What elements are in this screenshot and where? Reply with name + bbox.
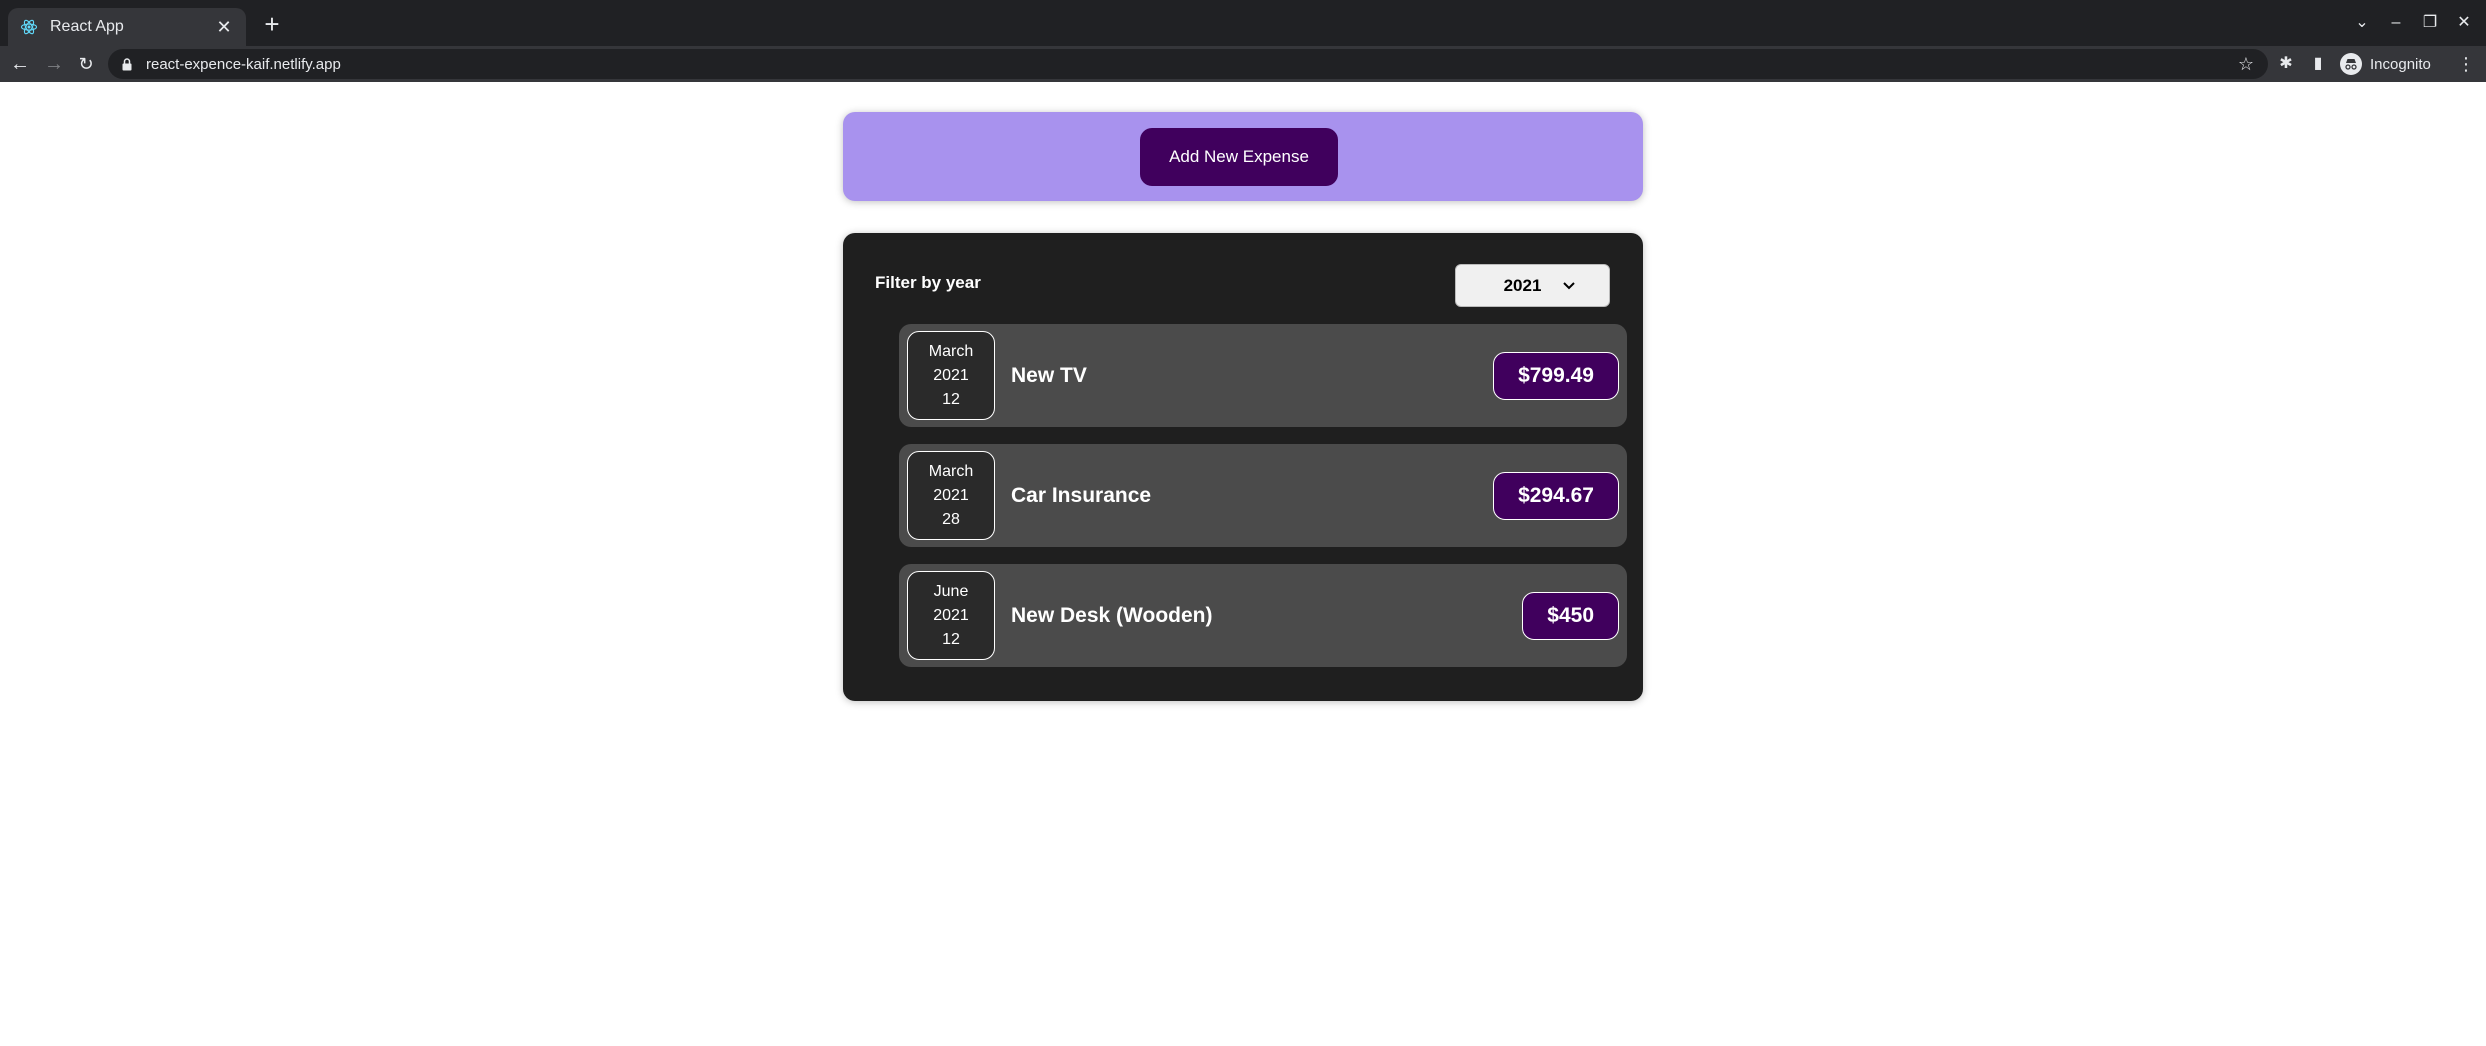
expense-item: March 2021 28 Car Insurance $294.67 <box>899 444 1627 547</box>
expense-item: June 2021 12 New Desk (Wooden) $450 <box>899 564 1627 667</box>
expense-date: June 2021 12 <box>907 571 995 660</box>
chevron-down-icon <box>1563 279 1576 293</box>
expense-date: March 2021 12 <box>907 331 995 420</box>
reload-icon[interactable]: ↻ <box>72 50 100 78</box>
tab-search-chevron-icon[interactable]: ⌄ <box>2350 11 2374 35</box>
lock-icon <box>120 57 134 71</box>
new-tab-icon[interactable]: + <box>258 10 286 38</box>
expense-month: March <box>928 342 974 360</box>
year-filter-select[interactable]: 2021 <box>1455 264 1610 307</box>
restore-icon[interactable]: ❐ <box>2418 11 2442 35</box>
expense-month: June <box>933 582 969 600</box>
new-expense-panel: Add New Expense <box>843 112 1643 201</box>
page-content: Add New Expense Filter by year 2021 Marc… <box>0 82 2486 1046</box>
expense-day: 12 <box>942 630 960 648</box>
browser-tab-bar: React App ✕ + ⌄ – ❐ ✕ <box>0 0 2486 46</box>
tab-close-icon[interactable]: ✕ <box>214 18 234 36</box>
extensions-puzzle-icon[interactable]: ✱ <box>2274 52 2298 76</box>
incognito-icon <box>2340 53 2362 75</box>
expense-title: New TV <box>1011 363 1087 387</box>
expense-price: $450 <box>1522 592 1619 640</box>
expense-year: 2021 <box>933 486 969 504</box>
side-panel-icon[interactable]: ▮ <box>2306 52 2330 76</box>
forward-arrow-icon[interactable]: → <box>40 50 68 78</box>
expense-year: 2021 <box>933 366 969 384</box>
back-arrow-icon[interactable]: ← <box>6 50 34 78</box>
bookmark-star-icon[interactable]: ☆ <box>2238 53 2254 75</box>
url-text: react-expence-kaif.netlify.app <box>146 55 341 73</box>
expense-day: 28 <box>942 510 960 528</box>
browser-tab[interactable]: React App ✕ <box>8 8 246 46</box>
tab-title: React App <box>50 18 124 35</box>
incognito-profile[interactable]: Incognito <box>2340 52 2431 76</box>
minimize-icon[interactable]: – <box>2384 11 2408 35</box>
window-close-icon[interactable]: ✕ <box>2452 11 2476 35</box>
expense-year: 2021 <box>933 606 969 624</box>
expense-title: New Desk (Wooden) <box>1011 603 1213 627</box>
browser-toolbar: ← → ↻ react-expence-kaif.netlify.app ☆ ✱… <box>0 46 2486 82</box>
react-favicon-icon <box>20 18 38 36</box>
address-bar[interactable]: react-expence-kaif.netlify.app ☆ <box>108 49 2268 79</box>
profile-label: Incognito <box>2370 55 2431 73</box>
selected-year: 2021 <box>1503 275 1542 295</box>
expense-date: March 2021 28 <box>907 451 995 540</box>
expense-day: 12 <box>942 390 960 408</box>
expense-price: $294.67 <box>1493 472 1619 520</box>
filter-label: Filter by year <box>875 273 981 292</box>
window-controls: ⌄ – ❐ ✕ <box>2350 0 2486 46</box>
expenses-panel: Filter by year 2021 March 2021 12 New TV… <box>843 233 1643 701</box>
expense-title: Car Insurance <box>1011 483 1152 507</box>
expense-item: March 2021 12 New TV $799.49 <box>899 324 1627 427</box>
expense-price: $799.49 <box>1493 352 1619 400</box>
expense-month: March <box>928 462 974 480</box>
more-menu-icon[interactable]: ⋮ <box>2454 52 2478 76</box>
add-new-expense-button[interactable]: Add New Expense <box>1140 127 1338 186</box>
